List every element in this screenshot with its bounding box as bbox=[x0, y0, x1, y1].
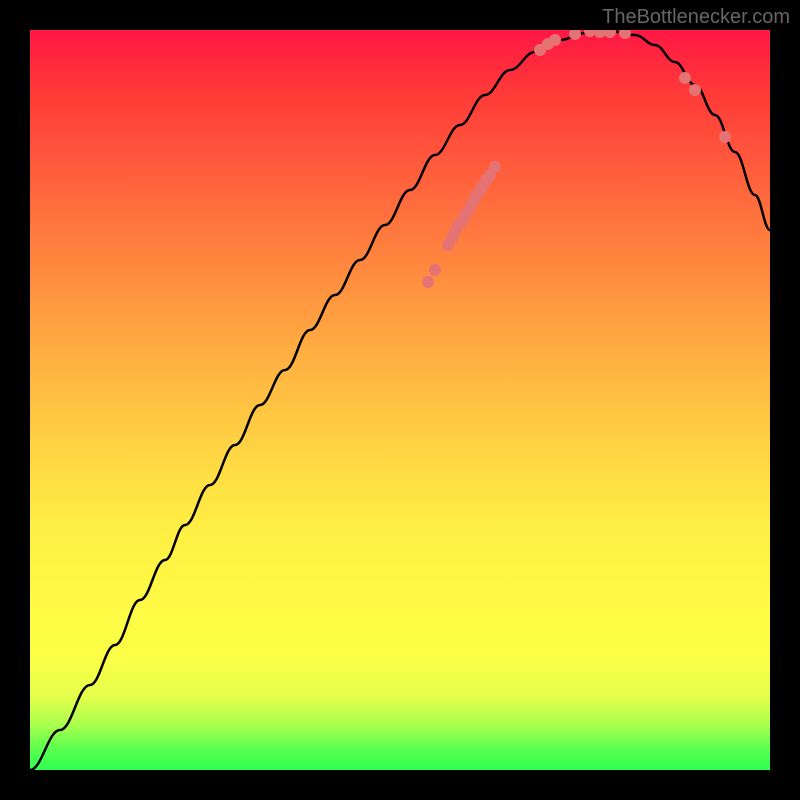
data-point bbox=[719, 131, 731, 143]
scatter-points-group bbox=[422, 30, 731, 288]
watermark-text: TheBottlenecker.com bbox=[602, 6, 790, 29]
data-point bbox=[422, 276, 434, 288]
chart-svg bbox=[30, 30, 770, 770]
data-point bbox=[619, 30, 631, 39]
data-point bbox=[489, 161, 501, 173]
data-point bbox=[604, 30, 616, 38]
data-point bbox=[549, 34, 561, 46]
data-point bbox=[689, 84, 701, 96]
data-point bbox=[429, 264, 441, 276]
chart-container bbox=[30, 30, 770, 770]
data-point bbox=[679, 72, 691, 84]
bottleneck-curve bbox=[30, 31, 770, 770]
